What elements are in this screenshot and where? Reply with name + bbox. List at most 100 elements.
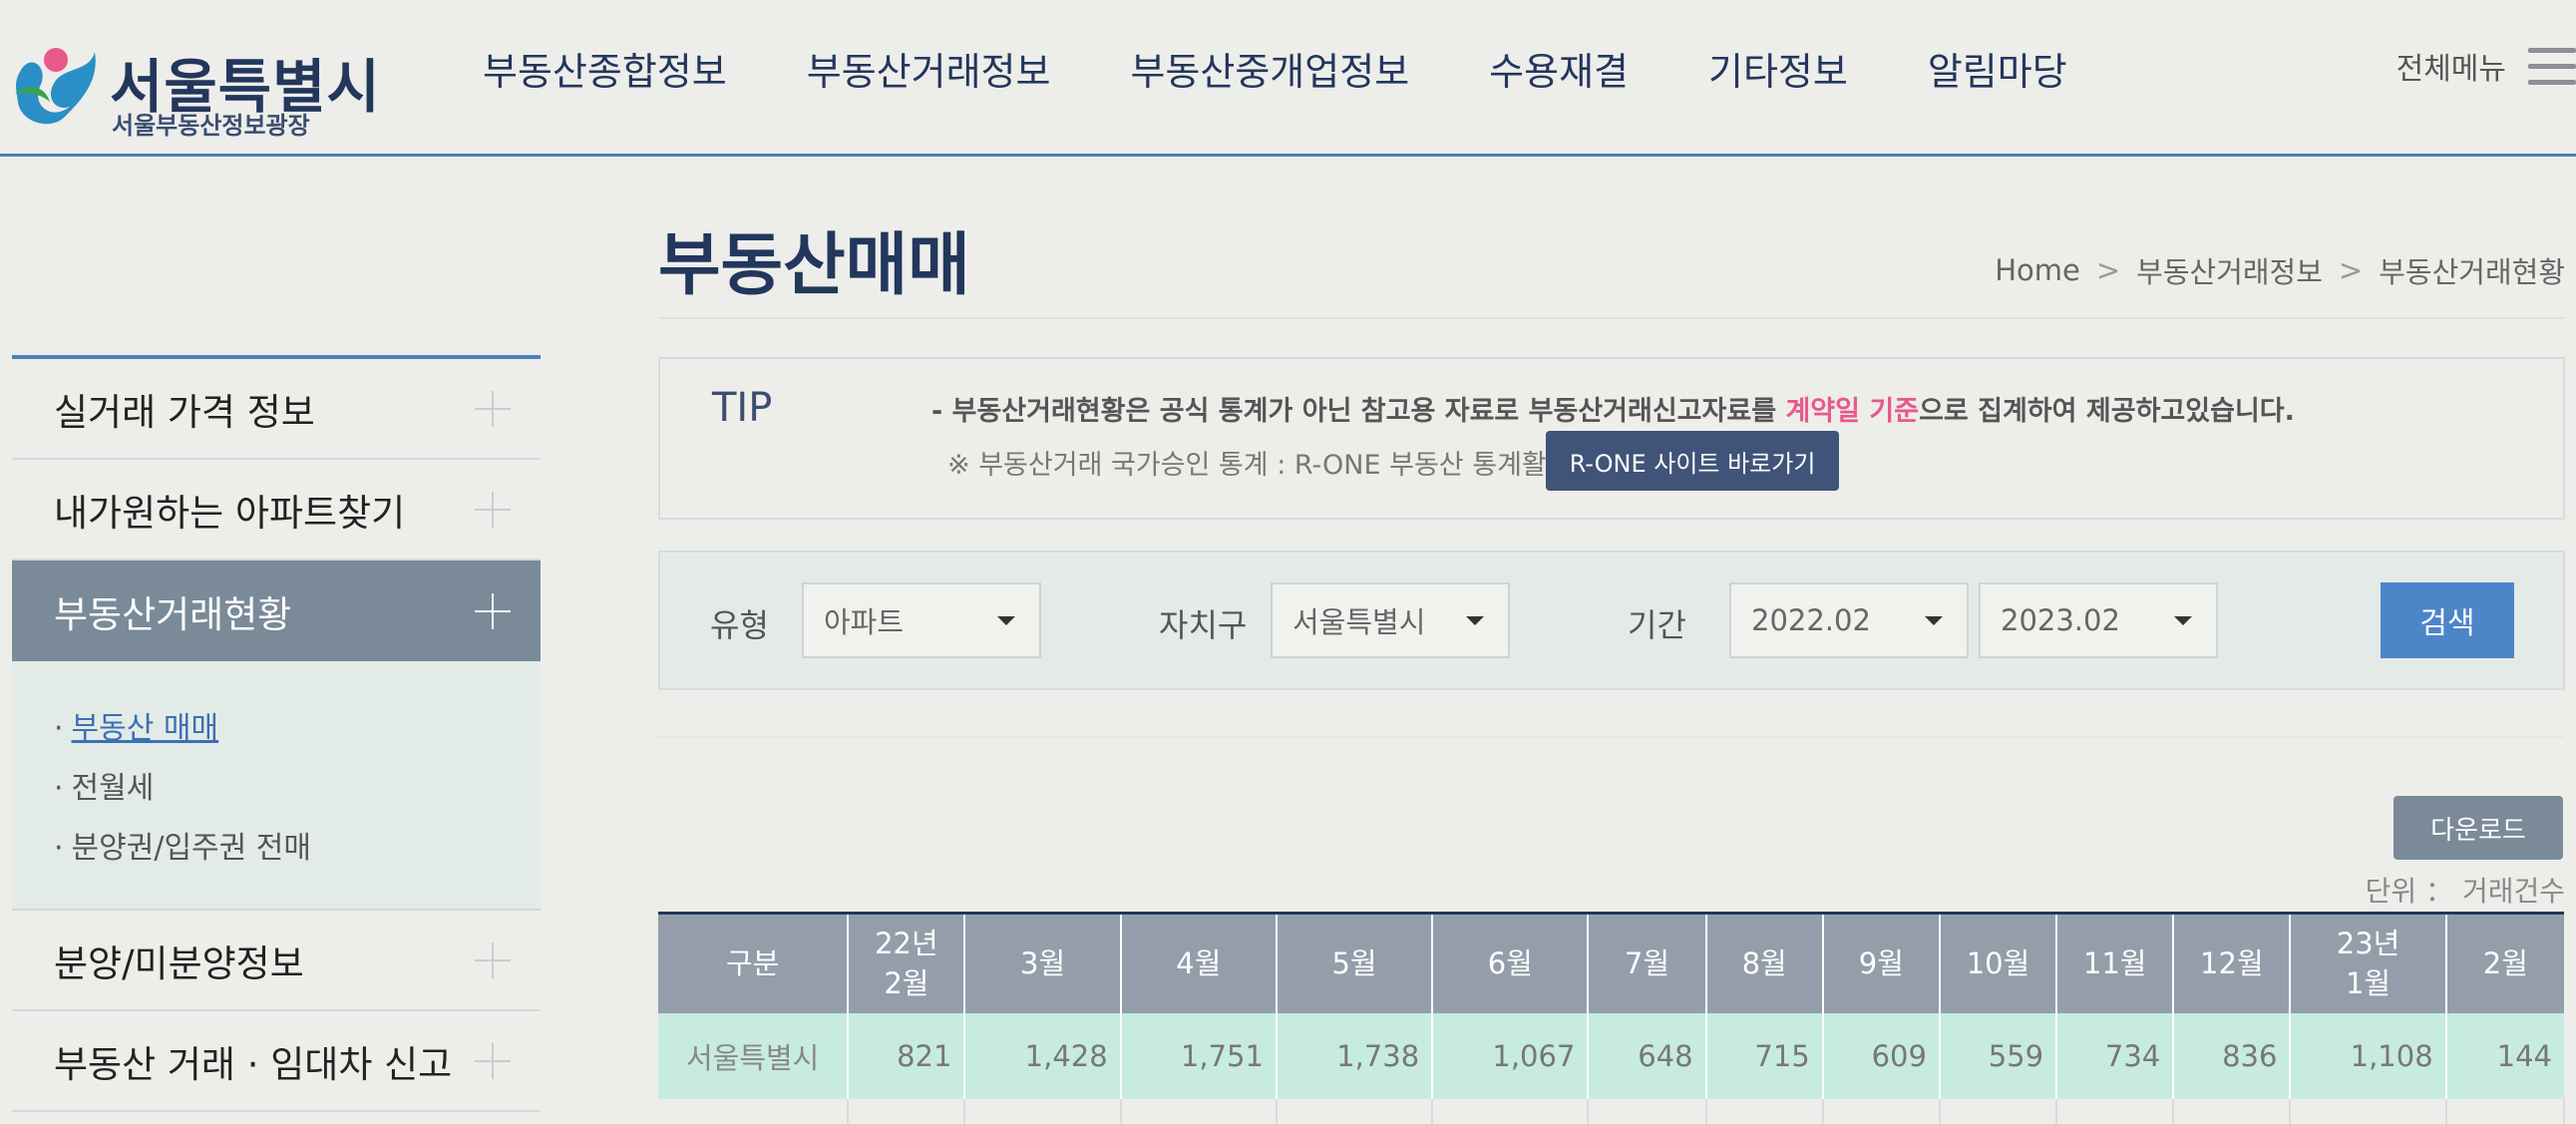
nav-real-estate-info[interactable]: 부동산종합정보 [483, 42, 727, 102]
nav-notice[interactable]: 알림마당 [1928, 42, 2067, 102]
main-nav: 부동산종합정보 부동산거래정보 부동산중개업정보 수용재결 기타정보 알림마당 [483, 42, 2147, 102]
sidebar-sub-item-rent[interactable]: · 전월세 [54, 759, 541, 819]
period-from-select[interactable]: 2022.02 [1729, 582, 1969, 658]
title-divider [658, 317, 2565, 319]
period-to-select[interactable]: 2023.02 [1979, 582, 2218, 658]
sidebar-item-label: 부동산거래현황 [54, 592, 292, 636]
plus-icon [475, 491, 511, 528]
sidebar-sub-item-presale-rights[interactable]: · 분양권/입주권 전매 [54, 819, 541, 879]
download-button[interactable]: 다운로드 [2393, 796, 2563, 860]
table-cell: 821 [848, 1012, 966, 1099]
sidebar-item-transaction-report[interactable]: 부동산 거래 · 임대차 신고 [12, 1011, 541, 1112]
sidebar-item-label: 분양/미분양정보 [54, 941, 304, 985]
table-cell: 648 [1588, 1012, 1707, 1099]
table-cell [1432, 1098, 1590, 1124]
table-cell [1705, 1098, 1824, 1124]
table-cell: 1,108 [2290, 1012, 2447, 1099]
type-select[interactable]: 아파트 [802, 582, 1041, 658]
district-label: 자치구 [1159, 606, 1248, 644]
table-cell: 144 [2445, 1012, 2564, 1099]
table-cell [848, 1098, 966, 1124]
table-header-cell: 4월 [1120, 913, 1278, 1013]
tip-box: TIP - 부동산거래현황은 공식 통계가 아닌 참고용 자료로 부동산거래신고… [658, 357, 2565, 520]
rone-site-button[interactable]: R-ONE 사이트 바로가기 [1546, 431, 1839, 491]
breadcrumb-transaction-info[interactable]: 부동산거래정보 [2136, 249, 2323, 291]
caret-down-icon [1466, 616, 1484, 625]
unit-label: 단위 ： 거래건수 [2365, 875, 2565, 908]
plus-icon [475, 390, 511, 427]
table-header-cell: 10월 [1939, 913, 2058, 1013]
sidebar-item-label: 내가원하는 아파트찾기 [54, 491, 406, 535]
page-title: 부동산매매 [658, 226, 970, 305]
hamburger-icon [2528, 46, 2576, 86]
period-label: 기간 [1628, 606, 1686, 644]
chevron-right-icon: > [2338, 253, 2364, 287]
table-header-cell: 7월 [1588, 913, 1707, 1013]
table-cell [1588, 1098, 1707, 1124]
all-menu-button[interactable]: 전체메뉴 [2396, 44, 2576, 88]
tip-notice: - 부동산거래현황은 공식 통계가 아닌 참고용 자료로 부동산거래신고자료를 … [931, 396, 2295, 427]
breadcrumb-transaction-status[interactable]: 부동산거래현황 [2379, 249, 2565, 291]
caret-down-icon [1925, 616, 1943, 625]
table-cell: 836 [2173, 1012, 2292, 1099]
table-cell: 1,067 [1432, 1012, 1590, 1099]
table-cell: 609 [1822, 1012, 1941, 1099]
logo-subtitle: 서울부동산정보광장 [112, 112, 310, 140]
search-form: 유형 아파트 자치구 서울특별시 기간 2022.02 2023.02 검색 [658, 551, 2565, 690]
table-header-cell: 9월 [1822, 913, 1941, 1013]
search-button[interactable]: 검색 [2381, 582, 2514, 658]
table-header-cell: 11월 [2056, 913, 2175, 1013]
sidebar-sub-item-sale[interactable]: · 부동산 매매 [54, 699, 541, 759]
table-cell: 1,428 [964, 1012, 1122, 1099]
type-label: 유형 [710, 606, 769, 644]
table-cell: 715 [1705, 1012, 1824, 1099]
table-header-cell: 6월 [1432, 913, 1590, 1013]
table-cell: 559 [1939, 1012, 2058, 1099]
table-header-cell: 2월 [2445, 913, 2564, 1013]
plus-icon [475, 1042, 511, 1079]
table-header-cell: 3월 [964, 913, 1122, 1013]
transaction-table: 구분 22년 2월 3월 4월 5월 6월 7월 8월 9월 10월 11월 12월 23년 1월 2월 … [658, 912, 2566, 1124]
sidebar-item-transaction-status[interactable]: 부동산거래현황 [12, 561, 541, 661]
nav-expropriation[interactable]: 수용재결 [1489, 42, 1629, 102]
table-cell [964, 1098, 1122, 1124]
table-header-cell: 12월 [2173, 913, 2292, 1013]
table-header-cell: 구분 [658, 913, 850, 1013]
sidebar-item-find-apartment[interactable]: 내가원하는 아파트찾기 [12, 460, 541, 561]
nav-other-info[interactable]: 기타정보 [1708, 42, 1848, 102]
section-divider [658, 736, 2565, 738]
caret-down-icon [997, 616, 1015, 625]
plus-icon [475, 592, 511, 629]
table-row-header: 서울특별시 [658, 1012, 850, 1099]
table-row: 서울특별시 821 1,428 1,751 1,738 1,067 648 715 609 559… [658, 1012, 2564, 1099]
sidebar-item-real-price[interactable]: 실거래 가격 정보 [12, 359, 541, 460]
sidebar: 실거래 가격 정보 내가원하는 아파트찾기 부동산거래현황 · 부동산 매매 · 전… [12, 355, 541, 1112]
table-header-cell: 5월 [1276, 913, 1434, 1013]
table-cell: 1,738 [1276, 1012, 1434, 1099]
table-header-cell: 8월 [1705, 913, 1824, 1013]
site-header: 서울특별시 서울부동산정보광장 부동산종합정보 부동산거래정보 부동산중개업정보… [0, 0, 2576, 157]
nav-broker-info[interactable]: 부동산중개업정보 [1130, 42, 1409, 102]
caret-down-icon [2174, 616, 2192, 625]
breadcrumb-home[interactable]: Home [1995, 253, 2080, 287]
table-cell [2056, 1098, 2175, 1124]
tip-rone-note: ※ 부동산거래 국가승인 통계 : R-ONE 부동산 통계활용 [947, 450, 1572, 481]
table-cell [1276, 1098, 1434, 1124]
sidebar-submenu: · 부동산 매매 · 전월세 · 분양권/입주권 전매 [12, 661, 541, 911]
table-cell [2173, 1098, 2292, 1124]
table-cell [2445, 1098, 2566, 1124]
district-select[interactable]: 서울특별시 [1271, 582, 1510, 658]
table-cell [1822, 1098, 1941, 1124]
table-cell: 734 [2056, 1012, 2175, 1099]
table-row [658, 1098, 2566, 1124]
table-cell [1120, 1098, 1278, 1124]
chevron-right-icon: > [2095, 253, 2121, 287]
sidebar-item-presale-info[interactable]: 분양/미분양정보 [12, 911, 541, 1011]
table-cell [658, 1098, 850, 1124]
seoul-logo[interactable]: 서울특별시 서울부동산정보광장 [10, 22, 380, 140]
table-cell [1939, 1098, 2058, 1124]
table-cell: 1,751 [1120, 1012, 1278, 1099]
tip-highlight: 계약일 기준 [1785, 396, 1920, 427]
nav-transaction-info[interactable]: 부동산거래정보 [807, 42, 1051, 102]
breadcrumb: Home > 부동산거래정보 > 부동산거래현황 [1995, 249, 2565, 291]
